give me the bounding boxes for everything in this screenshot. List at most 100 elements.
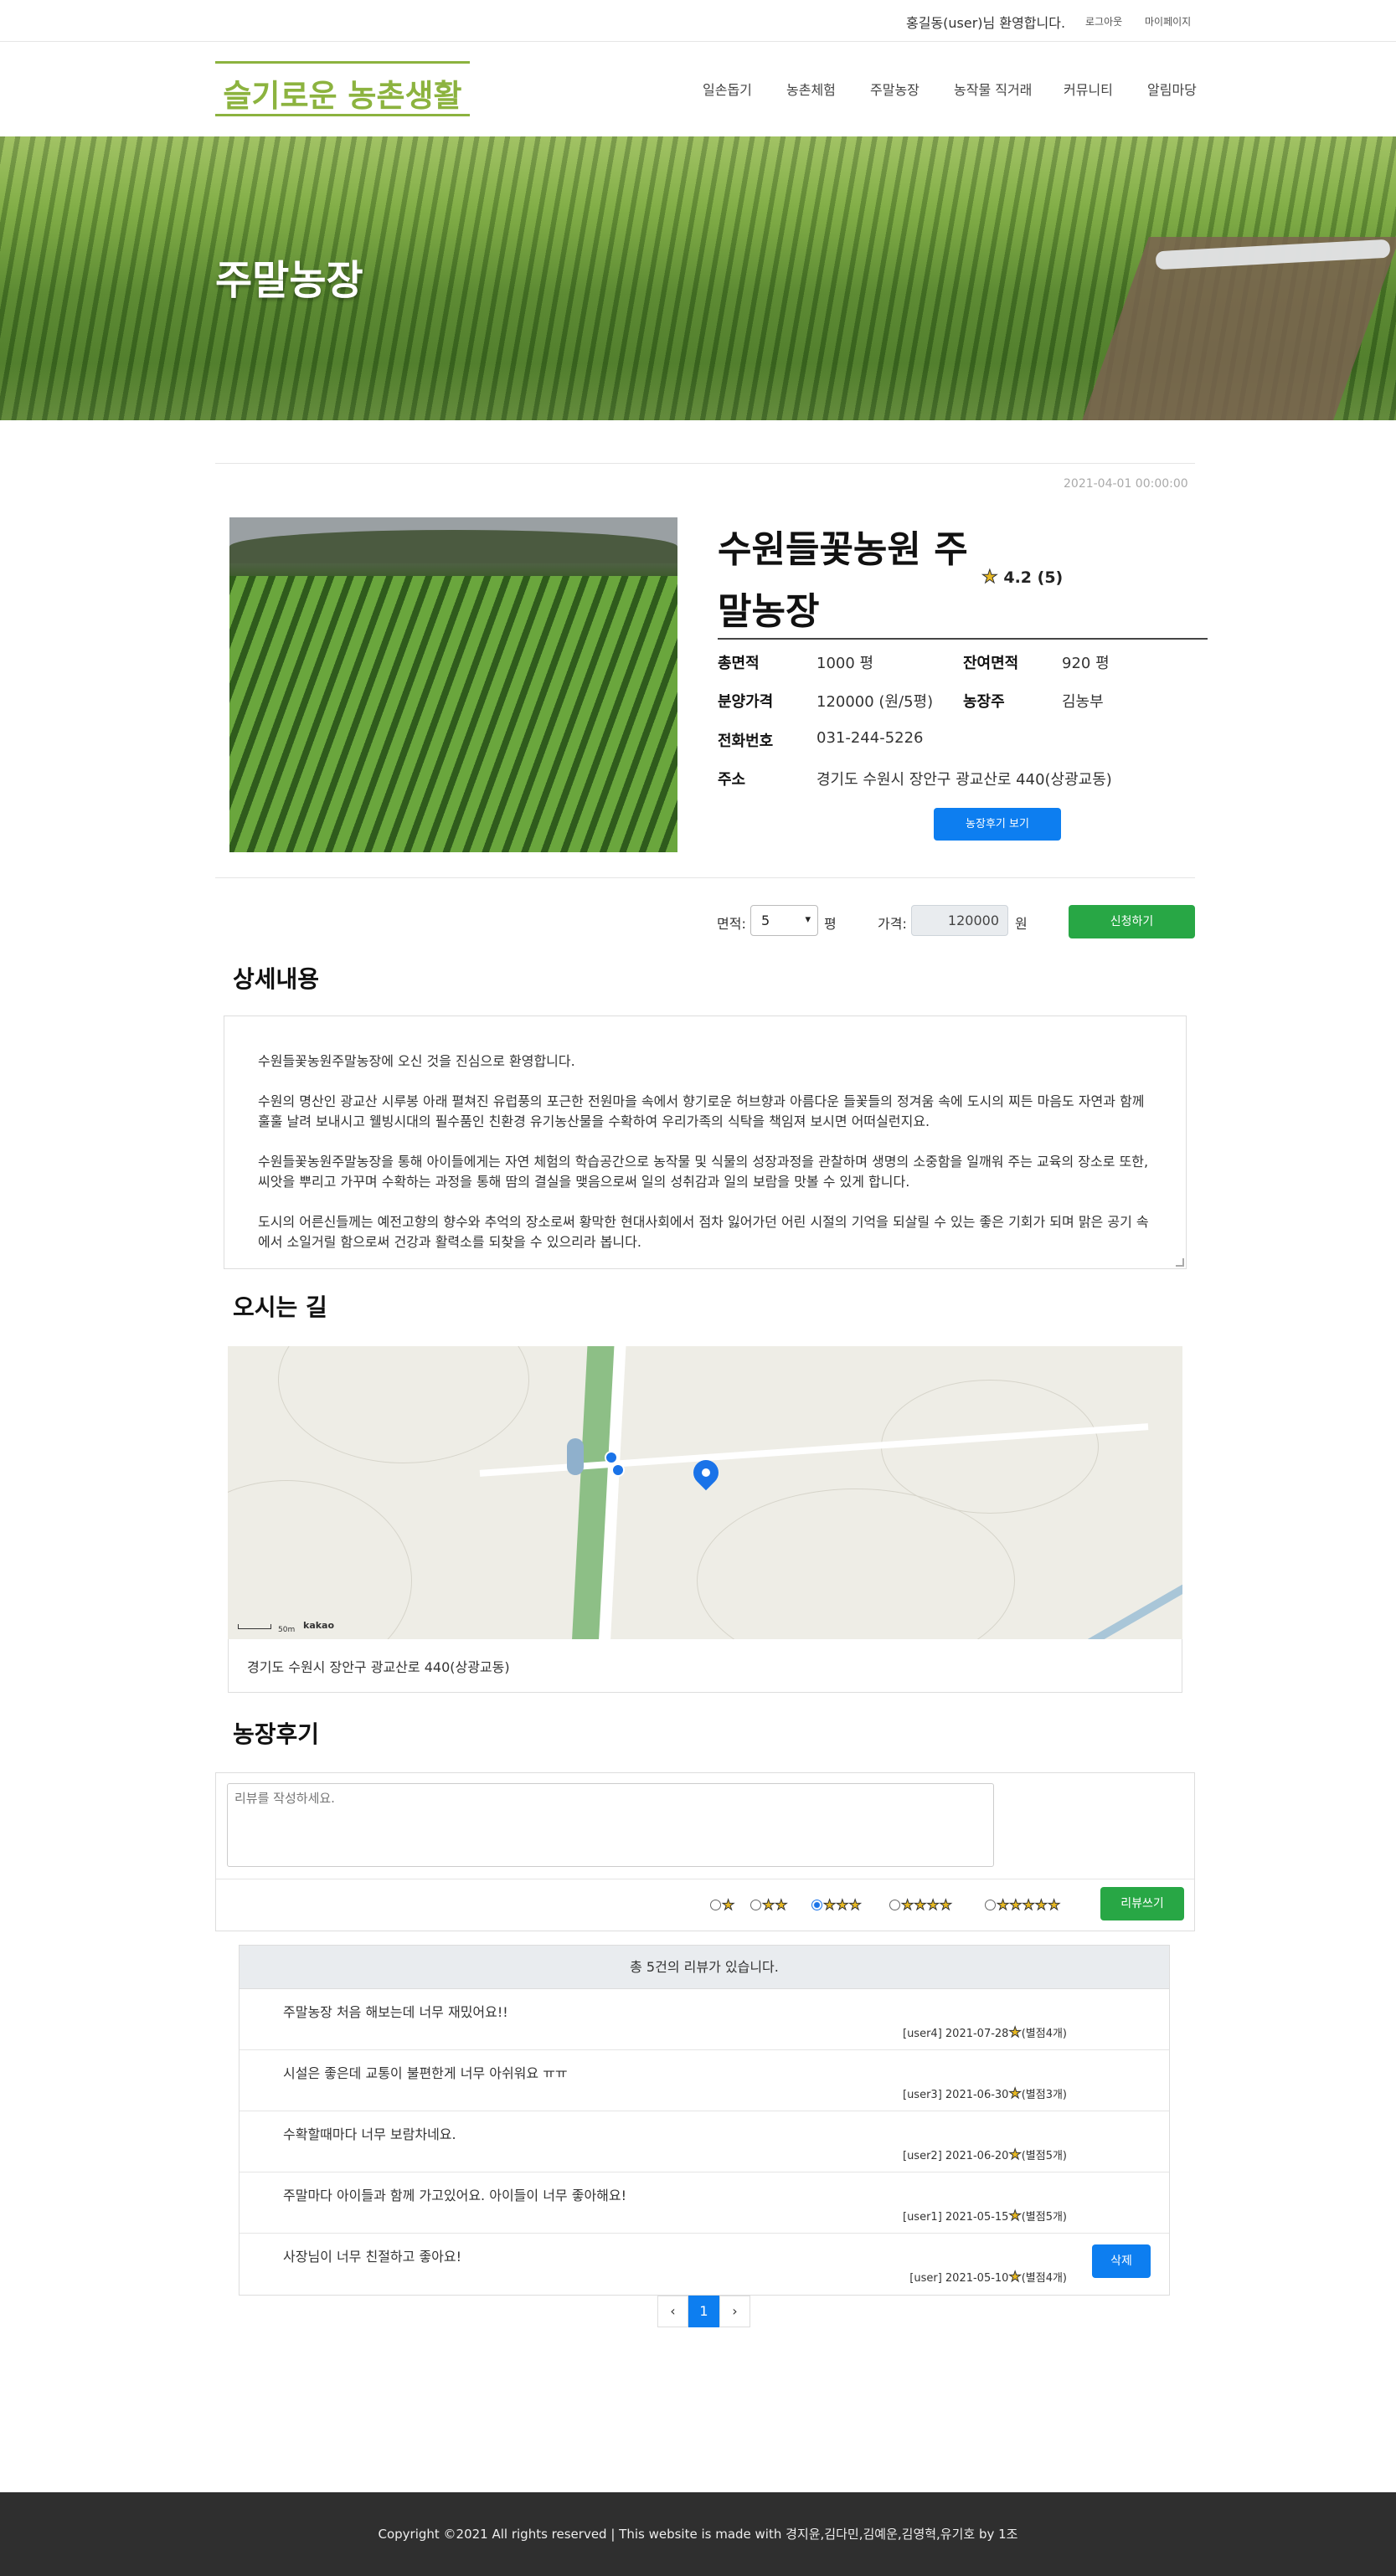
kakao-map[interactable]: 50m kakao [228,1346,1182,1639]
star-icon: ★ [1008,2085,1022,2103]
total-area-value: 1000 평 [816,655,874,672]
review-summary: 총 5건의 리뷰가 있습니다. [240,1946,1169,1989]
detail-paragraph: 도시의 어른신들께는 예전고향의 향수와 추억의 장소로써 황막한 현대사회에서… [258,1214,1149,1250]
post-date: 2021-04-01 00:00:00 [1064,477,1188,491]
radio-button-selected[interactable] [811,1900,822,1910]
price-input[interactable]: 120000 [911,905,1008,936]
map-address: 경기도 수원시 장안구 광교산로 440(상광교동) [228,1639,1182,1693]
detail-section-title: 상세내용 [233,965,320,993]
title-underline [718,638,1208,640]
area-unit: 평 [824,916,837,932]
area-select[interactable]: 5 ▾ [750,905,818,936]
kakao-logo: kakao [303,1620,335,1631]
review-content: 주말마다 아이들과 함께 가고있어요. 아이들이 너무 좋아해요! [283,2188,627,2203]
star-icon: ★★★★ [901,1897,953,1915]
nav-item-notice[interactable]: 알림마당 [1147,79,1197,99]
hero-banner: 주말농장 [0,136,1396,420]
welcome-text: 홍길동(user)님 환영합니다. [906,15,1066,31]
site-logo[interactable]: 슬기로운 농촌생활 [215,61,470,116]
star-icon: ★★★ [823,1897,863,1915]
detail-paragraph: 수원의 명산인 광교산 시루봉 아래 펼쳐진 유럽풍의 포근한 전원마을 속에서… [258,1093,1145,1129]
star-icon: ★ [1008,2269,1022,2286]
star-icon: ★★ [761,1897,788,1915]
rating-option-3[interactable]: ★★★ [811,1897,863,1915]
prev-page-button[interactable]: ‹ [657,2296,688,2327]
review-content: 사장님이 너무 친절하고 좋아요! [283,2249,462,2265]
remain-area-label: 잔여면적 [963,655,1019,672]
detail-paragraph: 수원들꽃농원주말농장에 오신 것을 진심으로 환영합니다. [258,1053,575,1069]
review-meta: [user] 2021-05-10★(별점4개) [909,2269,1067,2286]
review-list: 총 5건의 리뷰가 있습니다. 주말농장 처음 해보는데 너무 재밌어요!! [… [239,1945,1170,2296]
logout-link[interactable]: 로그아웃 [1085,14,1122,28]
bus-stop-icon[interactable] [605,1451,618,1464]
bus-stop-icon[interactable] [611,1463,625,1477]
list-item: 사장님이 너무 친절하고 좋아요! [user] 2021-05-10★(별점4… [240,2234,1169,2295]
nav-item-community[interactable]: 커뮤니티 [1064,79,1113,99]
nav-item-experience[interactable]: 농촌체험 [786,79,836,99]
star-icon: ★★★★★ [996,1897,1061,1915]
location-section-title: 오시는 길 [233,1293,327,1321]
list-item: 시설은 좋은데 교통이 불편한게 너무 아쉬워요 ㅠㅠ [user3] 2021… [240,2050,1169,2111]
resize-handle[interactable] [1176,1258,1184,1267]
list-item: 주말마다 아이들과 함께 가고있어요. 아이들이 너무 좋아해요! [user1… [240,2172,1169,2234]
delete-review-button[interactable]: 삭제 [1092,2244,1151,2278]
nav-item-help[interactable]: 일손돕기 [703,79,752,99]
list-item: 수확할때마다 너무 보람차네요. [user2] 2021-06-20★(별점5… [240,2111,1169,2172]
farm-rating: ★ 4.2 (5) [981,567,1064,589]
page-button-1[interactable]: 1 [688,2296,719,2327]
review-form: ★ ★★ ★★★ ★★★★ ★★★★★ 리뷰쓰기 [215,1772,1195,1931]
radio-button[interactable] [710,1900,721,1910]
next-page-button[interactable]: › [719,2296,750,2327]
write-review-button[interactable]: 리뷰쓰기 [1100,1887,1184,1920]
remain-area-value: 920 평 [1062,655,1110,672]
owner-value: 김농부 [1062,693,1104,711]
star-icon: ★ [1008,2147,1022,2164]
phone-label: 전화번호 [718,733,774,750]
map-scale: 50m [278,1626,296,1634]
review-content: 주말농장 처음 해보는데 너무 재밌어요!! [283,2004,508,2020]
apply-button[interactable]: 신청하기 [1069,905,1195,938]
detail-paragraph: 수원들꽃농원주말농장을 통해 아이들에게는 자연 체험의 학습공간으로 농작물 … [258,1154,1149,1190]
address-label: 주소 [718,771,746,789]
radio-button[interactable] [750,1900,761,1910]
rating-option-4[interactable]: ★★★★ [889,1897,953,1915]
price-input-label: 가격: [878,916,907,932]
phone-value: 031-244-5226 [816,729,924,747]
list-item: 주말농장 처음 해보는데 너무 재밌어요!! [user4] 2021-07-2… [240,1989,1169,2050]
divider [215,877,1195,878]
mypage-link[interactable]: 마이페이지 [1145,14,1191,28]
rating-value: 4.2 (5) [1003,568,1064,587]
reviews-section-title: 농장후기 [233,1720,320,1748]
price-unit: 원 [1015,916,1028,932]
radio-button[interactable] [889,1900,900,1910]
view-reviews-button[interactable]: 농장후기 보기 [934,808,1061,841]
nav-item-direct-trade[interactable]: 농작물 직거래 [954,79,1032,99]
farm-name: 수원들꽃농원 주말농장 [718,528,968,633]
review-meta: [user2] 2021-06-20★(별점5개) [903,2147,1067,2164]
star-icon: ★ [981,567,999,589]
hero-title: 주말농장 [215,257,363,304]
chevron-down-icon: ▾ [805,913,811,926]
rating-option-1[interactable]: ★ [710,1897,735,1915]
review-input[interactable] [227,1783,994,1867]
area-label: 면적: [717,916,746,932]
star-icon: ★ [721,1897,735,1915]
star-icon: ★ [1008,2024,1022,2042]
detail-textarea[interactable]: 수원들꽃농원주말농장에 오신 것을 진심으로 환영합니다. 수원의 명산인 광교… [224,1015,1187,1269]
divider [215,463,1195,464]
area-select-value: 5 [761,913,770,928]
logo-text: 슬기로운 농촌생활 [223,78,462,114]
top-bar: 홍길동(user)님 환영합니다. 로그아웃 마이페이지 [0,0,1396,42]
address-value: 경기도 수원시 장안구 광교산로 440(상광교동) [816,771,1112,789]
review-content: 수확할때마다 너무 보람차네요. [283,2126,456,2142]
star-icon: ★ [1008,2208,1022,2225]
owner-label: 농장주 [963,693,1005,711]
price-value: 120000 (원/5평) [816,693,934,711]
rating-option-5[interactable]: ★★★★★ [985,1897,1061,1915]
review-meta: [user1] 2021-05-15★(별점5개) [903,2208,1067,2225]
nav-item-weekend-farm[interactable]: 주말농장 [870,79,920,99]
rating-option-2[interactable]: ★★ [750,1897,788,1915]
price-label: 분양가격 [718,693,774,711]
total-area-label: 총면적 [718,655,760,672]
radio-button[interactable] [985,1900,996,1910]
